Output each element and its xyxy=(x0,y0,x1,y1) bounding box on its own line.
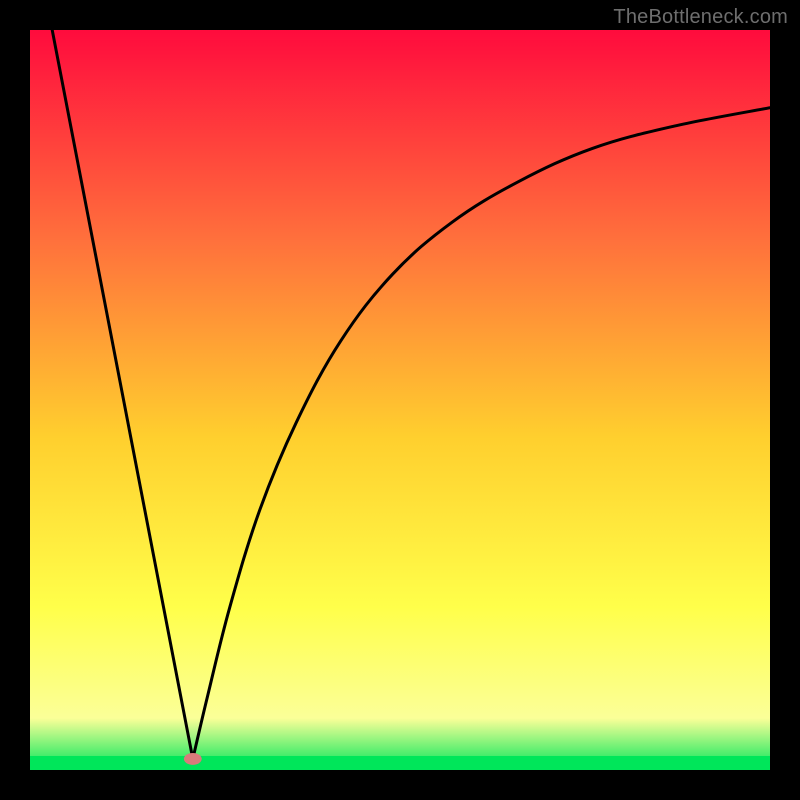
bottleneck-chart xyxy=(30,30,770,770)
chart-frame: TheBottleneck.com xyxy=(0,0,800,800)
gradient-background xyxy=(30,30,770,770)
watermark-text: TheBottleneck.com xyxy=(613,6,788,29)
green-baseline xyxy=(30,756,770,770)
vertex-marker xyxy=(184,753,202,765)
